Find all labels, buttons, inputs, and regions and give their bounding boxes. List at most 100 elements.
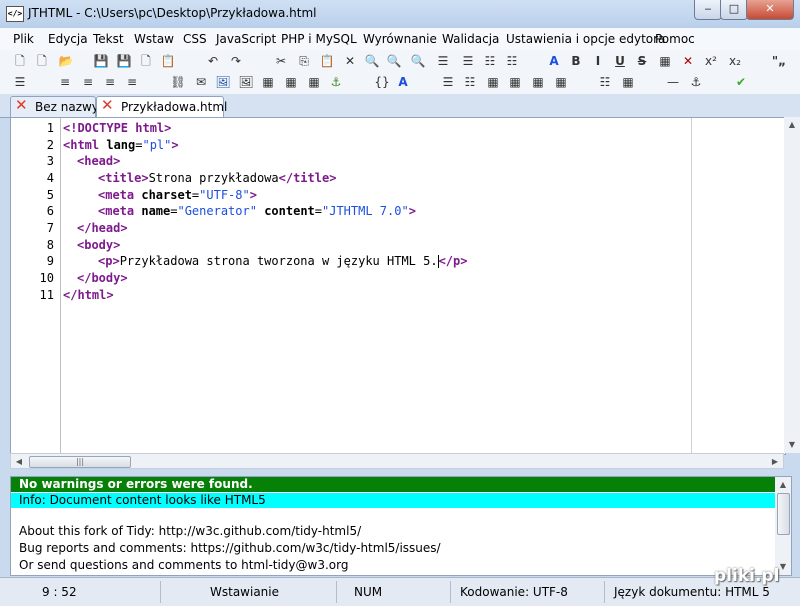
code-value: "pl" (142, 138, 172, 152)
font-icon[interactable]: A (546, 53, 562, 69)
menu-ustawienia[interactable]: Ustawienia i opcje edytora (506, 32, 665, 46)
watermark-logo: pliki.pl (714, 566, 780, 586)
find-next-icon[interactable]: 🔍 (386, 53, 402, 69)
close-button[interactable]: ✕ (746, 0, 794, 20)
justify-icon[interactable]: ≡ (124, 74, 140, 90)
table-edit-icon[interactable]: ▦ (507, 74, 523, 90)
menu-wstaw[interactable]: Wstaw (134, 32, 174, 46)
unindent-icon[interactable]: ☰ (460, 53, 476, 69)
ordered-list-icon[interactable]: ☷ (462, 74, 478, 90)
new-template-icon[interactable]: 🗋 (34, 53, 50, 69)
find-icon[interactable]: 🔍 (364, 53, 380, 69)
quote-icon[interactable]: "„ (768, 53, 790, 69)
scroll-right-arrow[interactable]: ▶ (767, 454, 783, 470)
cut-icon[interactable]: ✂ (273, 53, 289, 69)
align-left-icon[interactable]: ≡ (57, 74, 73, 90)
table-icon[interactable]: ▦ (485, 74, 501, 90)
bold-icon[interactable]: B (568, 53, 584, 69)
editor-horizontal-scrollbar[interactable]: ◀ ||| ▶ (10, 453, 784, 469)
mail-icon[interactable]: ✉ (193, 74, 209, 90)
output-vertical-scrollbar[interactable]: ▲ ▼ (775, 477, 791, 575)
save-icon[interactable]: 💾 (93, 53, 109, 69)
tab-bez-nazwy[interactable]: ✕ Bez nazwy (10, 96, 99, 118)
code-area[interactable]: <!DOCTYPE html> <html lang="pl"> <head> … (63, 118, 785, 454)
menu-plik[interactable]: Plik (13, 32, 34, 46)
superscript-icon[interactable]: x² (701, 53, 721, 69)
image-icon[interactable]: 🖼 (215, 74, 231, 90)
paste-icon[interactable]: 📋 (319, 53, 335, 69)
undo-icon[interactable]: ↶ (205, 53, 221, 69)
media-icon[interactable]: ▦ (283, 74, 299, 90)
tab-label: Przykładowa.html (121, 100, 228, 114)
table-cell-icon[interactable]: ▦ (530, 74, 546, 90)
italic-icon[interactable]: I (590, 53, 606, 69)
menu-tekst[interactable]: Tekst (93, 32, 124, 46)
paragraph-icon[interactable]: ☰ (12, 74, 28, 90)
copy-icon[interactable]: ⎘ (296, 53, 312, 69)
validation-output-panel: No warnings or errors were found. Info: … (10, 476, 792, 576)
menu-bar: Plik Edycja Tekst Wstaw CSS JavaScript P… (0, 28, 800, 51)
menu-walidacja[interactable]: Walidacja (442, 32, 499, 46)
frame-icon[interactable]: ▦ (260, 74, 276, 90)
window-title: JTHTML - C:\Users\pc\Desktop\Przykładowa… (28, 6, 317, 20)
replace-icon[interactable]: 🔍 (410, 53, 426, 69)
line-number: 11 (39, 288, 54, 302)
menu-css[interactable]: CSS (183, 32, 207, 46)
validation-info: Info: Document content looks like HTML5 (11, 493, 783, 508)
align-right-icon[interactable]: ≡ (102, 74, 118, 90)
delete-icon[interactable]: ✕ (342, 53, 358, 69)
save-as-icon[interactable]: 💾 (116, 53, 132, 69)
flash-icon[interactable]: ▦ (306, 74, 322, 90)
comment-icon[interactable]: ☷ (482, 53, 498, 69)
code-token: </body> (77, 271, 128, 285)
menu-edycja[interactable]: Edycja (48, 32, 88, 46)
align-center-icon[interactable]: ≡ (80, 74, 96, 90)
uncomment-icon[interactable]: ☷ (504, 53, 520, 69)
new-file-icon[interactable]: 🗋 (12, 53, 28, 69)
subscript-icon[interactable]: x₂ (725, 53, 745, 69)
redo-icon[interactable]: ↷ (228, 53, 244, 69)
menu-wyrownanie[interactable]: Wyrównanie (363, 32, 437, 46)
font-size-icon[interactable]: A (395, 74, 411, 90)
link-icon[interactable]: ⛓ (170, 74, 186, 90)
table-row-icon[interactable]: ▦ (553, 74, 569, 90)
strikethrough-icon[interactable]: S (634, 53, 650, 69)
num-lock: NUM (354, 585, 383, 599)
form-field-icon[interactable]: ▦ (620, 74, 636, 90)
code-line: <title>Strona przykładowa</title> (98, 171, 336, 185)
palette-icon[interactable]: 🖼 (238, 74, 254, 90)
menu-pomoc[interactable]: Pomoc (655, 32, 695, 46)
menu-javascript[interactable]: JavaScript (216, 32, 276, 46)
scroll-up-arrow[interactable]: ▲ (784, 117, 800, 133)
clock-icon[interactable]: ⚓ (328, 74, 344, 90)
tab-przykladowa[interactable]: ✕ Przykładowa.html (96, 96, 228, 119)
indent-icon[interactable]: ☰ (435, 53, 451, 69)
scroll-left-arrow[interactable]: ◀ (11, 454, 27, 470)
save-all-icon[interactable]: 🗋 (138, 53, 154, 69)
unordered-list-icon[interactable]: ☰ (440, 74, 456, 90)
open-icon[interactable]: 📂 (58, 53, 74, 69)
validate-check-icon[interactable]: ✔ (733, 74, 749, 90)
braces-icon[interactable]: {} (372, 74, 392, 90)
html-entity-icon[interactable]: ✕ (680, 53, 696, 69)
scroll-down-arrow[interactable]: ▼ (784, 437, 800, 453)
scroll-thumb[interactable]: ||| (29, 456, 131, 468)
horizontal-rule-icon[interactable]: — (665, 74, 681, 90)
console-icon[interactable]: ▦ (657, 53, 673, 69)
menu-php-mysql[interactable]: PHP i MySQL (281, 32, 357, 46)
line-break-icon[interactable]: ⚓ (688, 74, 704, 90)
tab-close-icon[interactable]: ✕ (15, 98, 29, 113)
scroll-up-arrow[interactable]: ▲ (775, 477, 791, 493)
form-icon[interactable]: ☷ (597, 74, 613, 90)
maximize-button[interactable]: □ (720, 0, 748, 20)
underline-icon[interactable]: U (612, 53, 628, 69)
validation-status: No warnings or errors were found. (11, 477, 783, 492)
minimize-button[interactable]: ‒ (694, 0, 722, 20)
code-attr: charset (134, 188, 192, 202)
tab-close-icon[interactable]: ✕ (101, 98, 115, 113)
code-editor[interactable]: 1 2 3 4 5 6 7 8 9 10 11 <!DOCTYPE html> … (10, 117, 786, 455)
code-token: <body> (77, 238, 121, 252)
editor-vertical-scrollbar[interactable]: ▲ ▼ (784, 117, 800, 453)
print-icon[interactable]: 📋 (160, 53, 176, 69)
scroll-thumb[interactable] (777, 493, 790, 535)
